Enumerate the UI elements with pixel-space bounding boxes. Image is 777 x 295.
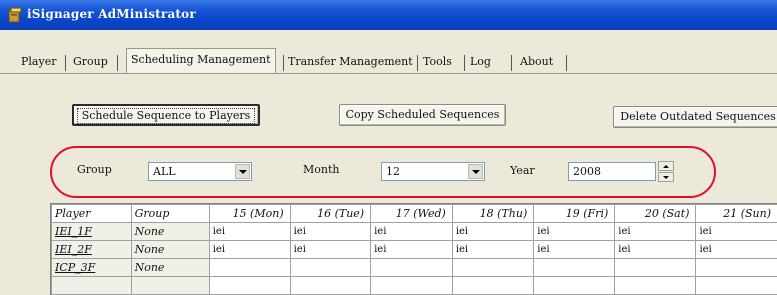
tab-group[interactable]: Group [73, 52, 108, 72]
tab-divider [65, 55, 66, 71]
schedule-cell[interactable]: iei [290, 223, 371, 241]
column-header[interactable]: Player [52, 205, 132, 223]
schedule-cell[interactable] [696, 259, 777, 277]
tab-scheduling-management[interactable]: Scheduling Management [126, 48, 276, 73]
column-header[interactable]: 19 (Fri) [534, 205, 615, 223]
schedule-cell[interactable]: iei [696, 223, 777, 241]
schedule-cell[interactable]: iei [615, 241, 696, 259]
column-header[interactable]: Group [131, 205, 209, 223]
schedule-cell[interactable]: iei [534, 241, 615, 259]
schedule-cell[interactable] [452, 277, 533, 295]
group-cell[interactable]: None [131, 259, 209, 277]
player-cell[interactable] [52, 277, 132, 295]
group-cell[interactable]: None [131, 241, 209, 259]
player-cell[interactable]: ICP_3F [52, 259, 132, 277]
column-header[interactable]: 15 (Mon) [209, 205, 290, 223]
tab-log[interactable]: Log [470, 52, 491, 72]
schedule-cell[interactable] [209, 259, 290, 277]
schedule-cell[interactable]: iei [696, 241, 777, 259]
year-input-value: 2008 [573, 165, 601, 178]
spin-up-icon[interactable] [658, 161, 674, 171]
table-row[interactable]: IEI_1F None iei iei iei iei iei iei iei [52, 223, 777, 241]
spin-down-icon[interactable] [658, 172, 674, 182]
table-header-row: Player Group 15 (Mon) 16 (Tue) 17 (Wed) … [52, 205, 777, 223]
schedule-cell[interactable] [452, 259, 533, 277]
schedule-cell[interactable] [371, 259, 453, 277]
group-select-value: ALL [153, 165, 176, 178]
group-select[interactable]: ALL [148, 162, 252, 181]
column-header[interactable]: 21 (Sun) [696, 205, 777, 223]
group-cell[interactable]: None [131, 223, 209, 241]
table-row[interactable]: IEI_2F None iei iei iei iei iei iei iei [52, 241, 777, 259]
schedule-cell[interactable] [290, 259, 371, 277]
schedule-cell[interactable] [290, 277, 371, 295]
schedule-grid[interactable]: Player Group 15 (Mon) 16 (Tue) 17 (Wed) … [50, 203, 777, 295]
tab-divider [283, 55, 284, 71]
table-row[interactable] [52, 277, 777, 295]
schedule-cell[interactable]: iei [209, 223, 290, 241]
tab-strip: Player Group Scheduling Management Trans… [0, 52, 777, 74]
schedule-cell[interactable]: iei [371, 223, 453, 241]
schedule-cell[interactable]: iei [209, 241, 290, 259]
tab-player[interactable]: Player [21, 52, 56, 72]
schedule-sequence-button[interactable]: Schedule Sequence to Players [72, 104, 260, 126]
group-cell[interactable] [131, 277, 209, 295]
schedule-cell[interactable]: iei [534, 223, 615, 241]
schedule-cell[interactable] [534, 277, 615, 295]
chevron-down-icon[interactable] [468, 164, 483, 179]
player-cell[interactable]: IEI_2F [52, 241, 132, 259]
tab-tools[interactable]: Tools [423, 52, 452, 72]
schedule-sequence-label: Schedule Sequence to Players [77, 108, 256, 124]
column-header[interactable]: 18 (Thu) [452, 205, 533, 223]
tab-about[interactable]: About [520, 52, 553, 72]
copy-scheduled-sequences-button[interactable]: Copy Scheduled Sequences [339, 104, 506, 126]
app-icon [8, 7, 22, 23]
schedule-cell[interactable]: iei [452, 241, 533, 259]
tab-divider [417, 55, 418, 71]
year-label: Year [510, 164, 535, 177]
schedule-cell[interactable] [696, 277, 777, 295]
column-header[interactable]: 16 (Tue) [290, 205, 371, 223]
schedule-cell[interactable] [615, 259, 696, 277]
tab-divider [566, 55, 567, 71]
schedule-cell[interactable] [209, 277, 290, 295]
schedule-cell[interactable]: iei [615, 223, 696, 241]
title-bar: iSignager AdMinistrator [0, 0, 777, 30]
schedule-cell[interactable] [615, 277, 696, 295]
month-select[interactable]: 12 [381, 162, 485, 181]
window-title: iSignager AdMinistrator [27, 7, 196, 21]
schedule-cell[interactable] [371, 277, 453, 295]
schedule-cell[interactable]: iei [290, 241, 371, 259]
month-select-value: 12 [386, 165, 400, 178]
chevron-down-icon[interactable] [235, 164, 250, 179]
tab-divider [511, 55, 512, 71]
schedule-cell[interactable] [534, 259, 615, 277]
group-label: Group [77, 163, 112, 176]
tab-divider [464, 55, 465, 71]
tab-panel-border [0, 73, 777, 74]
year-spinner[interactable] [658, 161, 674, 182]
year-input[interactable]: 2008 [568, 162, 656, 181]
schedule-cell[interactable]: iei [452, 223, 533, 241]
tab-divider [117, 55, 118, 71]
tab-transfer-management[interactable]: Transfer Management [288, 52, 413, 72]
player-cell[interactable]: IEI_1F [52, 223, 132, 241]
table-row[interactable]: ICP_3F None [52, 259, 777, 277]
month-label: Month [303, 163, 339, 176]
schedule-cell[interactable]: iei [371, 241, 453, 259]
delete-outdated-sequences-button[interactable]: Delete Outdated Sequences [613, 106, 777, 128]
schedule-table: Player Group 15 (Mon) 16 (Tue) 17 (Wed) … [51, 204, 777, 295]
column-header[interactable]: 17 (Wed) [371, 205, 453, 223]
column-header[interactable]: 20 (Sat) [615, 205, 696, 223]
